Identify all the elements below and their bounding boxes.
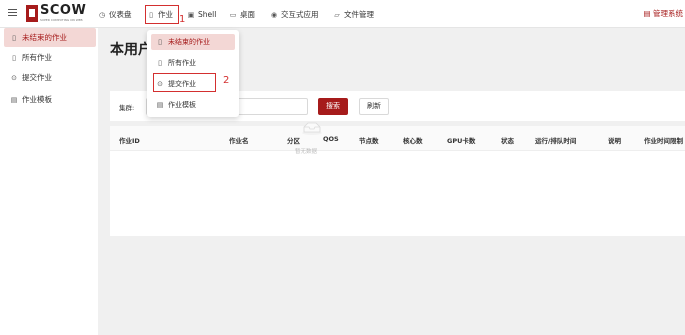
nav-desktop[interactable]: ▭ 桌面 — [229, 8, 255, 21]
empty-state-text: 暂无数据 — [295, 149, 318, 155]
column-header[interactable]: 节点数 — [359, 135, 379, 145]
sidebar-item-unfinished-jobs[interactable]: ▯ 未结束的作业 — [4, 28, 96, 47]
dashboard-icon: ◷ — [98, 10, 106, 19]
admin-icon: ▤ — [643, 9, 651, 18]
dropdown-item-unfinished-jobs[interactable]: ▯ 未结束的作业 — [151, 34, 235, 50]
sidebar-item-label: 未结束的作业 — [22, 33, 67, 42]
sidebar-item-label: 作业模板 — [22, 95, 52, 104]
dropdown-item-label: 作业模板 — [168, 101, 196, 109]
column-header[interactable]: QOS — [323, 135, 339, 143]
column-header[interactable]: 核心数 — [403, 135, 423, 145]
nav-dashboard[interactable]: ◷ 仪表盘 — [98, 8, 132, 21]
submit-job-highlight-box — [153, 73, 216, 92]
logo-subtitle: SUPER COMPUTING ON WEB — [40, 18, 83, 22]
dropdown-item-label: 未结束的作业 — [168, 38, 210, 46]
sidebar-item-all-jobs[interactable]: ▯ 所有作业 — [0, 48, 98, 67]
terminal-icon: ▣ — [187, 10, 195, 19]
sidebar: ▯ 未结束的作业 ▯ 所有作业 ⊙ 提交作业 ▤ 作业模板 — [0, 28, 98, 335]
empty-box-icon — [302, 122, 322, 135]
sidebar-item-label: 所有作业 — [22, 53, 52, 62]
column-header[interactable]: 分区 — [287, 135, 300, 145]
search-button[interactable]: 搜索 — [318, 98, 348, 115]
logo-text: SCOW — [40, 3, 87, 18]
file-icon: ▯ — [12, 53, 16, 62]
file-icon: ▯ — [158, 59, 162, 67]
nav-interactive-apps-label: 交互式应用 — [281, 10, 319, 19]
desktop-icon: ▭ — [229, 10, 237, 19]
sidebar-item-job-templates[interactable]: ▤ 作业模板 — [0, 90, 98, 109]
dropdown-item-label: 所有作业 — [168, 59, 196, 67]
table-header: 作业ID 作业名 分区 QOS 节点数 核心数 GPU卡数 状态 运行/排队时间… — [110, 126, 685, 151]
template-icon: ▤ — [156, 101, 164, 109]
nav-interactive-apps[interactable]: ◉ 交互式应用 — [270, 8, 319, 21]
column-header[interactable]: 作业时间限制 — [644, 135, 683, 145]
nav-shell[interactable]: ▣ Shell — [187, 8, 217, 21]
nav-file-manager[interactable]: ▱ 文件管理 — [333, 8, 374, 21]
file-icon: ▯ — [158, 38, 162, 46]
menu-toggle-icon[interactable] — [8, 9, 17, 18]
sidebar-item-submit-job[interactable]: ⊙ 提交作业 — [0, 68, 98, 87]
step-1-marker: 1 — [179, 14, 186, 25]
step-2-marker: 2 — [223, 75, 230, 86]
admin-system-label: 管理系统 — [653, 9, 683, 18]
nav-highlight-box — [145, 5, 179, 24]
column-header[interactable]: 作业名 — [229, 135, 249, 145]
column-header[interactable]: 状态 — [501, 135, 514, 145]
top-navbar: SCOW SUPER COMPUTING ON WEB ◷ 仪表盘 ▯ 作业 ▣… — [0, 0, 685, 28]
nav-dashboard-label: 仪表盘 — [109, 10, 132, 19]
refresh-button[interactable]: 刷新 — [359, 98, 389, 115]
nav-shell-label: Shell — [198, 10, 217, 19]
column-header[interactable]: GPU卡数 — [447, 135, 475, 145]
column-header[interactable]: 作业ID — [119, 135, 140, 145]
sidebar-item-label: 提交作业 — [22, 73, 52, 82]
logo-mark-icon — [26, 5, 38, 22]
column-header[interactable]: 运行/排队时间 — [535, 135, 576, 145]
eye-icon: ◉ — [270, 10, 278, 19]
cluster-filter-label: 集群: — [119, 104, 135, 112]
plus-circle-icon: ⊙ — [11, 73, 17, 82]
nav-file-manager-label: 文件管理 — [344, 10, 374, 19]
nav-desktop-label: 桌面 — [240, 10, 255, 19]
template-icon: ▤ — [10, 95, 18, 104]
column-header[interactable]: 说明 — [608, 135, 621, 145]
admin-system-link[interactable]: ▤ 管理系统 — [644, 8, 683, 19]
folder-icon: ▱ — [334, 10, 340, 19]
dropdown-item-all-jobs[interactable]: ▯ 所有作业 — [151, 55, 235, 71]
file-icon: ▯ — [12, 33, 16, 42]
dropdown-item-job-templates[interactable]: ▤ 作业模板 — [151, 97, 235, 113]
jobs-table: 作业ID 作业名 分区 QOS 节点数 核心数 GPU卡数 状态 运行/排队时间… — [110, 126, 685, 236]
